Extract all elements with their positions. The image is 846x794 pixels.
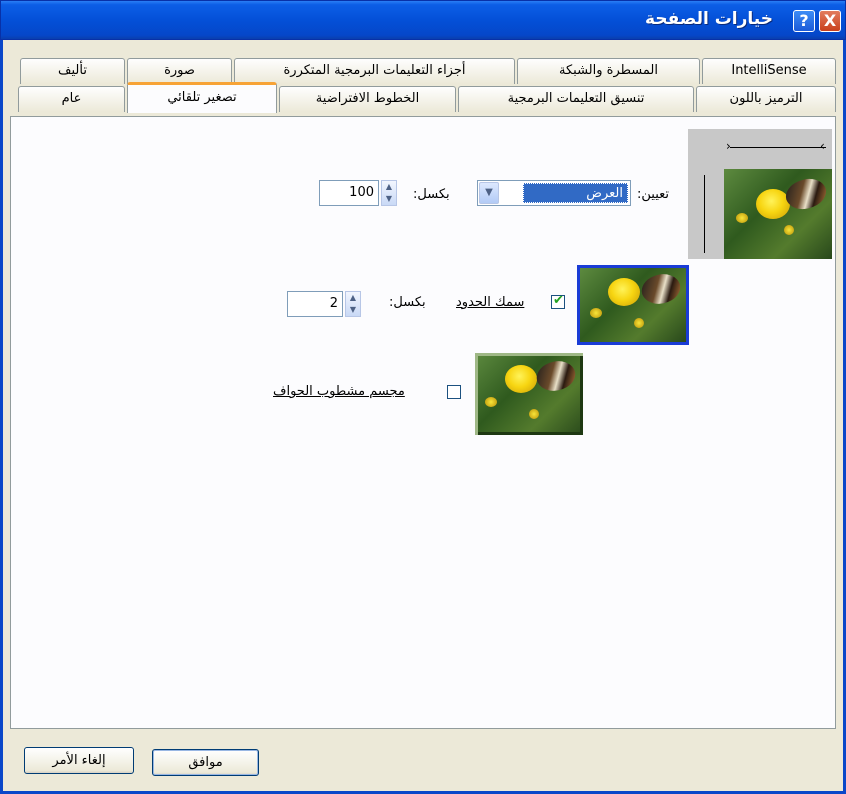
tab-color-coding[interactable]: الترميز باللون <box>696 86 836 112</box>
tab-default-fonts[interactable]: الخطوط الافتراضية <box>279 86 456 112</box>
border-pixels-input[interactable]: 2 <box>287 291 343 317</box>
tab-auto-thumbnail[interactable]: تصغير تلقائي <box>127 82 277 113</box>
ok-button[interactable]: موافق <box>152 749 259 776</box>
tab-code-formatting[interactable]: تنسيق التعليمات البرمجية <box>458 86 694 112</box>
window-frame-left <box>0 40 3 794</box>
tab-intellisense[interactable]: IntelliSense <box>702 58 836 84</box>
bevel-label: مجسم مشطوب الحواف <box>273 384 405 399</box>
set-dimension-label: تعيين: <box>637 187 670 202</box>
tab-ruler-grid[interactable]: المسطرة والشبكة <box>517 58 700 84</box>
spin-up-icon[interactable]: ▲ <box>382 181 396 193</box>
spin-down-icon[interactable]: ▼ <box>382 193 396 205</box>
pixels-label: بكسل: <box>413 187 450 202</box>
tab-code-snippets[interactable]: أجزاء التعليمات البرمجية المتكررة <box>234 58 515 84</box>
pixels-spinner[interactable]: ▲ ▼ <box>381 180 397 206</box>
tab-general[interactable]: عام <box>18 86 125 112</box>
border-label: سمك الحدود <box>456 295 525 310</box>
dimension-dropdown[interactable]: ▼ العرض <box>477 180 631 206</box>
border-checkbox[interactable]: ✔ <box>551 293 565 309</box>
spin-down-icon[interactable]: ▼ <box>346 304 360 316</box>
thumbnail-image <box>724 169 832 259</box>
close-button[interactable]: X <box>819 10 841 32</box>
tab-authoring[interactable]: تأليف <box>20 58 125 84</box>
dimension-selected: العرض <box>523 183 628 203</box>
tab-picture[interactable]: صورة <box>127 58 232 84</box>
checkmark-icon: ✔ <box>553 293 564 308</box>
spin-up-icon[interactable]: ▲ <box>346 292 360 304</box>
tab-panel: ‹ › تعيين: ▼ العرض بكسل: 100 ▲ ▼ ✔ سمك ا… <box>10 116 836 729</box>
chevron-down-icon[interactable]: ▼ <box>479 182 499 204</box>
border-pixels-value: 2 <box>329 296 338 311</box>
pixels-input[interactable]: 100 <box>319 180 379 206</box>
help-button[interactable]: ? <box>793 10 815 32</box>
cancel-button[interactable]: إلغاء الأمر <box>24 747 134 774</box>
resize-preview: ‹ › <box>688 129 832 259</box>
bevel-preview-image <box>475 353 583 435</box>
window-title: خيارات الصفحة <box>645 9 773 29</box>
title-bar[interactable]: خيارات الصفحة ? X <box>0 0 846 40</box>
border-pixels-label: بكسل: <box>389 295 426 310</box>
border-pixels-spinner[interactable]: ▲ ▼ <box>345 291 361 317</box>
pixels-value: 100 <box>349 185 374 200</box>
border-preview-image <box>577 265 689 345</box>
bevel-checkbox[interactable] <box>447 385 461 399</box>
